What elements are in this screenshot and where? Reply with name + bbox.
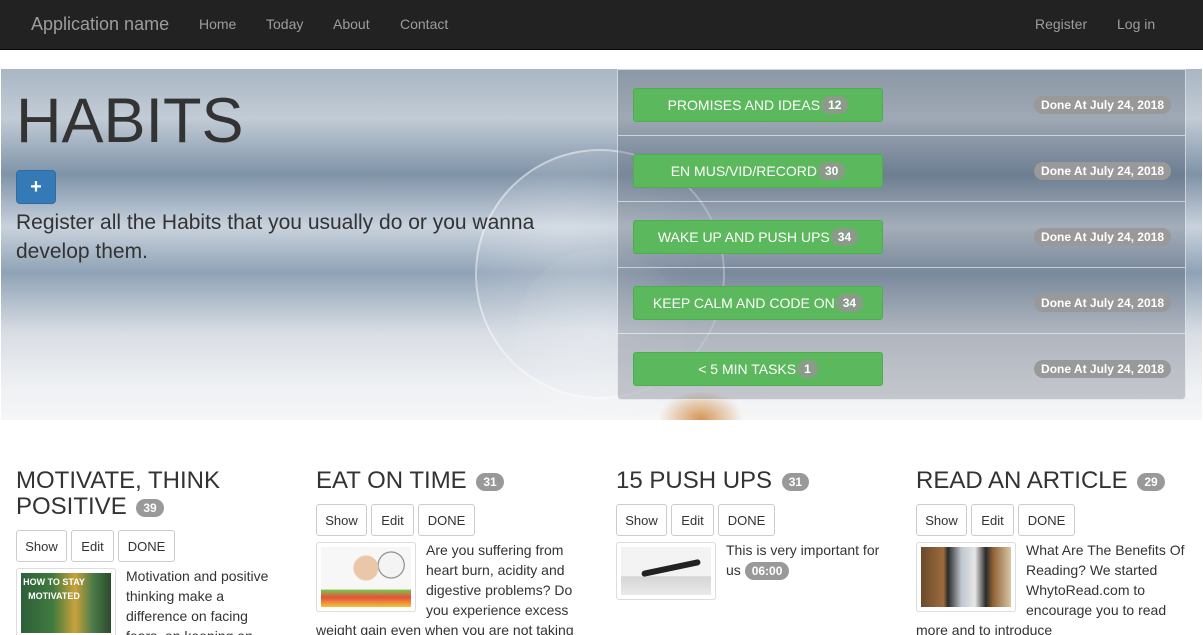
card-actions: Show Edit DONE (316, 504, 586, 536)
card-count-badge: 31 (781, 472, 810, 491)
card-thumbnail[interactable] (916, 542, 1016, 612)
habit-button-min-tasks[interactable]: < 5 MIN TASKS 1 (633, 352, 883, 386)
habit-card: READ AN ARTICLE 29 Show Edit DONE What A… (916, 468, 1186, 635)
habit-row: < 5 MIN TASKS 1 Done At July 24, 2018 (618, 334, 1185, 400)
habit-button-promises[interactable]: PROMISES AND IDEAS 12 (633, 88, 883, 122)
card-thumbnail[interactable] (616, 542, 716, 600)
card-body: HOW TO STAY MOTIVATED Motivation and pos… (16, 566, 286, 635)
edit-button[interactable]: Edit (71, 530, 114, 562)
time-badge: 06:00 (744, 562, 790, 580)
habit-card: 15 PUSH UPS 31 Show Edit DONE This is ve… (616, 468, 886, 600)
nav-home[interactable]: Home (199, 16, 236, 32)
habit-count-badge: 30 (817, 162, 846, 180)
nav-register[interactable]: Register (1035, 16, 1087, 32)
card-thumbnail[interactable]: HOW TO STAY MOTIVATED (16, 568, 116, 635)
show-button[interactable]: Show (616, 504, 667, 536)
done-button[interactable]: DONE (718, 504, 775, 536)
nav-login[interactable]: Log in (1117, 16, 1155, 32)
card-count-badge: 31 (476, 472, 504, 491)
navbar: Application name Home Today About Contac… (0, 0, 1203, 50)
done-button[interactable]: DONE (118, 530, 175, 562)
habit-button-keep-calm[interactable]: KEEP CALM AND CODE ON 34 (633, 286, 883, 320)
done-date-label: Done At July 24, 2018 (1034, 162, 1171, 180)
card-title: 15 PUSH UPS 31 (616, 468, 886, 494)
thumbnail-caption: HOW TO STAY MOTIVATED (23, 577, 85, 601)
card-actions: Show Edit DONE (916, 504, 1186, 536)
show-button[interactable]: Show (16, 530, 67, 562)
nav-about[interactable]: About (333, 16, 370, 32)
done-date-label: Done At July 24, 2018 (1034, 228, 1171, 246)
nav-today[interactable]: Today (266, 16, 303, 32)
brand-link[interactable]: Application name (31, 14, 169, 35)
habit-name: < 5 MIN TASKS (698, 361, 797, 377)
habit-row: KEEP CALM AND CODE ON 34 Done At July 24… (618, 268, 1185, 334)
habit-name: KEEP CALM AND CODE ON (652, 295, 835, 311)
habit-row: EN MUS/VID/RECORD 30 Done At July 24, 20… (618, 136, 1185, 202)
card-title-text: 15 PUSH UPS (616, 467, 773, 494)
card-actions: Show Edit DONE (616, 504, 886, 536)
card-title: MOTIVATE, THINK POSITIVE 39 (16, 468, 256, 520)
hero-lead-text: Register all the Habits that you usually… (16, 211, 535, 263)
hero-jumbotron: HABITS + Register all the Habits that yo… (1, 69, 1202, 420)
show-button[interactable]: Show (316, 504, 367, 536)
add-habit-button[interactable]: + (16, 170, 56, 204)
card-actions: Show Edit DONE (16, 530, 286, 562)
show-button[interactable]: Show (916, 504, 967, 536)
habit-name: WAKE UP AND PUSH UPS (657, 229, 830, 245)
habit-card: MOTIVATE, THINK POSITIVE 39 Show Edit DO… (16, 468, 286, 635)
card-body: Are you suffering from heart burn, acidi… (316, 540, 586, 635)
habit-row: WAKE UP AND PUSH UPS 34 Done At July 24,… (618, 202, 1185, 268)
done-date-label: Done At July 24, 2018 (1034, 360, 1171, 378)
card-title-text: EAT ON TIME (316, 467, 467, 494)
habit-button-wake-up[interactable]: WAKE UP AND PUSH UPS 34 (633, 220, 883, 254)
edit-button[interactable]: Edit (671, 504, 714, 536)
card-count-badge: 29 (1137, 472, 1165, 491)
edit-button[interactable]: Edit (971, 504, 1014, 536)
done-date-label: Done At July 24, 2018 (1034, 294, 1171, 312)
habit-count-badge: 34 (835, 294, 864, 312)
card-title: READ AN ARTICLE 29 (916, 468, 1186, 494)
card-title-text: READ AN ARTICLE (916, 467, 1128, 494)
card-body: This is very important for us 06:00 (616, 540, 886, 600)
habit-count-badge: 1 (797, 360, 818, 378)
habit-button-en-mus[interactable]: EN MUS/VID/RECORD 30 (633, 154, 883, 188)
habit-card: EAT ON TIME 31 Show Edit DONE Are you su… (316, 468, 586, 635)
habit-count-badge: 12 (821, 96, 849, 114)
card-count-badge: 39 (136, 498, 164, 517)
habit-row: PROMISES AND IDEAS 12 Done At July 24, 2… (618, 70, 1185, 136)
habit-name: PROMISES AND IDEAS (667, 97, 821, 113)
done-button[interactable]: DONE (418, 504, 475, 536)
done-date-label: Done At July 24, 2018 (1034, 96, 1171, 114)
card-thumbnail[interactable] (316, 542, 416, 612)
card-title: EAT ON TIME 31 (316, 468, 586, 494)
habit-name: EN MUS/VID/RECORD (670, 163, 817, 179)
card-title-text: MOTIVATE, THINK POSITIVE (16, 467, 221, 520)
page-title: HABITS (16, 86, 244, 156)
card-body: What Are The Benefits Of Reading? We sta… (916, 540, 1186, 635)
habit-list: PROMISES AND IDEAS 12 Done At July 24, 2… (617, 69, 1186, 400)
edit-button[interactable]: Edit (371, 504, 414, 536)
done-button[interactable]: DONE (1018, 504, 1075, 536)
nav-contact[interactable]: Contact (400, 16, 448, 32)
habit-count-badge: 34 (830, 228, 859, 246)
